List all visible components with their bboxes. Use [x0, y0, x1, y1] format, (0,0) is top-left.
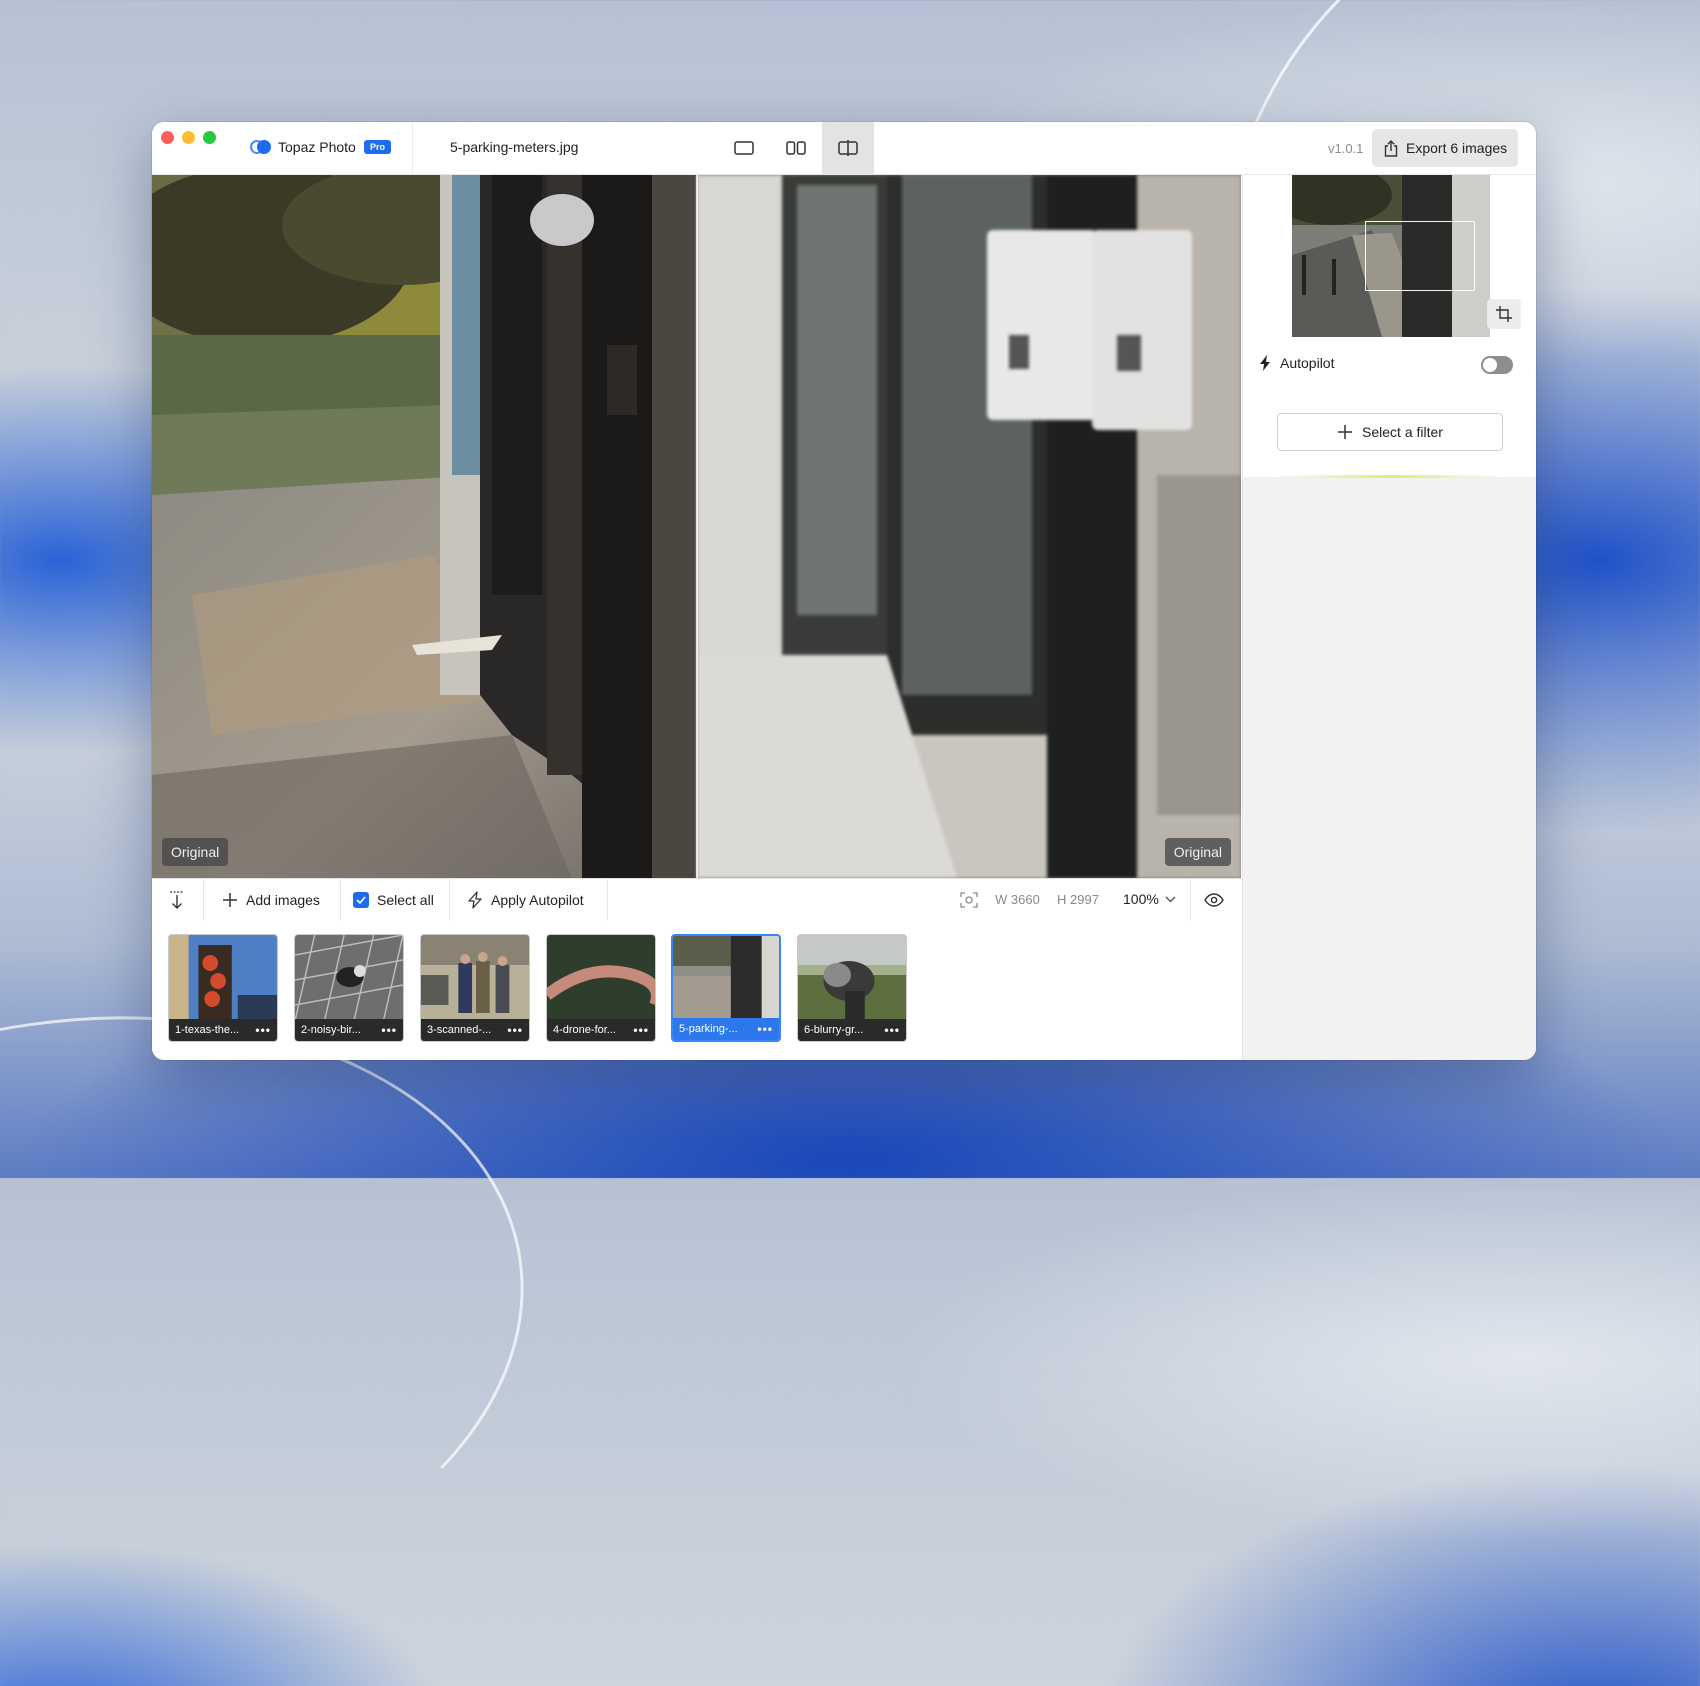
- single-view-button[interactable]: [718, 122, 770, 174]
- side-by-side-icon: [786, 141, 806, 155]
- wallpaper-swoosh: [0, 959, 564, 1686]
- thumbnail-caption: 4-drone-for... •••: [547, 1019, 655, 1041]
- thumbnail-label: 6-blurry-gr...: [804, 1024, 864, 1036]
- thumbnail-item[interactable]: 1-texas-the... •••: [168, 934, 278, 1042]
- current-filename: 5-parking-meters.jpg: [450, 139, 579, 155]
- add-images-label: Add images: [246, 892, 320, 908]
- toolbar-separator: [203, 879, 204, 921]
- plus-icon: [1338, 425, 1353, 439]
- autopilot-toggle[interactable]: [1481, 356, 1513, 374]
- thumbnail-item[interactable]: 2-noisy-bir... •••: [294, 934, 404, 1042]
- export-button[interactable]: Export 6 images: [1372, 129, 1518, 167]
- minimize-window-button[interactable]: [182, 131, 195, 144]
- share-icon: [1384, 139, 1398, 157]
- thumbnail-label: 4-drone-for...: [553, 1024, 616, 1036]
- add-images-button[interactable]: Add images: [222, 879, 320, 921]
- select-filter-label: Select a filter: [1362, 424, 1443, 440]
- original-image-left: [152, 175, 697, 878]
- focus-frame-icon: [960, 892, 978, 908]
- select-all-checkbox[interactable]: Select all: [353, 879, 434, 921]
- thumbnail-item[interactable]: 3-scanned-... •••: [420, 934, 530, 1042]
- app-name: Topaz Photo: [278, 139, 356, 155]
- thumbnail-item-selected[interactable]: 5-parking-... •••: [671, 934, 781, 1042]
- lightning-outline-icon: [468, 891, 482, 909]
- image-height: H 2997: [1057, 892, 1099, 907]
- fit-to-screen-button[interactable]: [960, 879, 978, 921]
- select-all-label: Select all: [377, 892, 434, 908]
- original-label-right: Original: [1164, 838, 1231, 866]
- toolbar-separator: [449, 879, 450, 921]
- image-canvas[interactable]: Original Original: [152, 175, 1241, 878]
- side-panel: Autopilot Select a filter: [1242, 175, 1536, 1060]
- navigator-viewport-rect[interactable]: [1365, 221, 1475, 291]
- export-label: Export 6 images: [1406, 140, 1508, 156]
- app-window: Topaz Photo Pro 5-parking-meters.jpg v1.…: [152, 122, 1536, 1060]
- version-label: v1.0.1: [1328, 141, 1364, 156]
- thumbnail-caption: 1-texas-the... •••: [169, 1019, 277, 1041]
- thumbnail-caption: 5-parking-... •••: [673, 1018, 779, 1040]
- eye-icon: [1204, 893, 1224, 907]
- select-filter-button[interactable]: Select a filter: [1277, 413, 1503, 451]
- pro-badge: Pro: [364, 140, 392, 154]
- apply-autopilot-button[interactable]: Apply Autopilot: [467, 879, 584, 921]
- zoom-value: 100%: [1123, 891, 1159, 907]
- title-bar: Topaz Photo Pro 5-parking-meters.jpg v1.…: [152, 122, 1536, 175]
- more-options-icon[interactable]: •••: [507, 1023, 523, 1037]
- single-view-icon: [734, 141, 754, 155]
- thumbnail-caption: 6-blurry-gr... •••: [798, 1019, 906, 1041]
- toolbar-separator: [607, 879, 608, 921]
- thumbnail-image: [295, 935, 403, 1021]
- more-options-icon[interactable]: •••: [255, 1023, 271, 1037]
- more-options-icon[interactable]: •••: [757, 1022, 773, 1036]
- more-options-icon[interactable]: •••: [633, 1023, 649, 1037]
- thumbnail-item[interactable]: 4-drone-for... •••: [546, 934, 656, 1042]
- toolbar-separator: [1190, 879, 1191, 921]
- thumbnail-image: [547, 935, 655, 1021]
- toggle-knob: [1483, 358, 1497, 372]
- split-divider-handle[interactable]: [696, 175, 698, 878]
- side-by-side-button[interactable]: [770, 122, 822, 174]
- lightning-filled-icon: [1260, 355, 1270, 371]
- image-width: W 3660: [995, 892, 1040, 907]
- zoom-dropdown[interactable]: 100%: [1123, 891, 1176, 907]
- arrow-down-to-line-icon: [170, 891, 184, 909]
- close-window-button[interactable]: [161, 131, 174, 144]
- preview-toggle-button[interactable]: [1204, 879, 1224, 921]
- thumbnail-caption: 2-noisy-bir... •••: [295, 1019, 403, 1041]
- thumbnail-strip: 1-texas-the... ••• 2-noisy-bir... ••• 3-sc…: [152, 921, 1241, 1060]
- autopilot-label: Autopilot: [1280, 355, 1335, 371]
- panel-glow-divider: [1273, 475, 1507, 478]
- more-options-icon[interactable]: •••: [381, 1023, 397, 1037]
- split-view-button[interactable]: [822, 122, 874, 174]
- topaz-logo-icon: [250, 140, 272, 154]
- bottom-toolbar: Add images Select all Apply Autopilot W …: [152, 878, 1241, 922]
- thumbnail-image: [421, 935, 529, 1021]
- thumbnail-label: 1-texas-the...: [175, 1024, 240, 1036]
- original-label-left: Original: [162, 838, 229, 866]
- apply-autopilot-label: Apply Autopilot: [491, 892, 584, 908]
- thumbnail-item[interactable]: 6-blurry-gr... •••: [797, 934, 907, 1042]
- plus-icon: [223, 893, 237, 907]
- crop-button[interactable]: [1487, 299, 1521, 329]
- chevron-down-icon: [1165, 896, 1176, 902]
- checkbox-checked-icon: [353, 892, 369, 908]
- thumbnail-label: 2-noisy-bir...: [301, 1024, 361, 1036]
- thumbnail-image: [798, 935, 906, 1021]
- thumbnail-image: [673, 936, 779, 1022]
- more-options-icon[interactable]: •••: [884, 1023, 900, 1037]
- thumbnail-caption: 3-scanned-... •••: [421, 1019, 529, 1041]
- thumbnail-label: 5-parking-...: [679, 1023, 738, 1035]
- thumbnail-label: 3-scanned-...: [427, 1024, 492, 1036]
- thumbnail-image: [169, 935, 277, 1021]
- maximize-window-button[interactable]: [203, 131, 216, 144]
- collapse-filmstrip-button[interactable]: [168, 879, 186, 921]
- side-panel-top: Autopilot Select a filter: [1243, 175, 1536, 478]
- autopilot-row: Autopilot: [1259, 355, 1334, 371]
- split-view-icon: [838, 140, 858, 156]
- title-divider: [412, 122, 413, 174]
- toolbar-separator: [340, 879, 341, 921]
- crop-icon: [1496, 306, 1512, 322]
- processed-image-right: [697, 175, 1241, 878]
